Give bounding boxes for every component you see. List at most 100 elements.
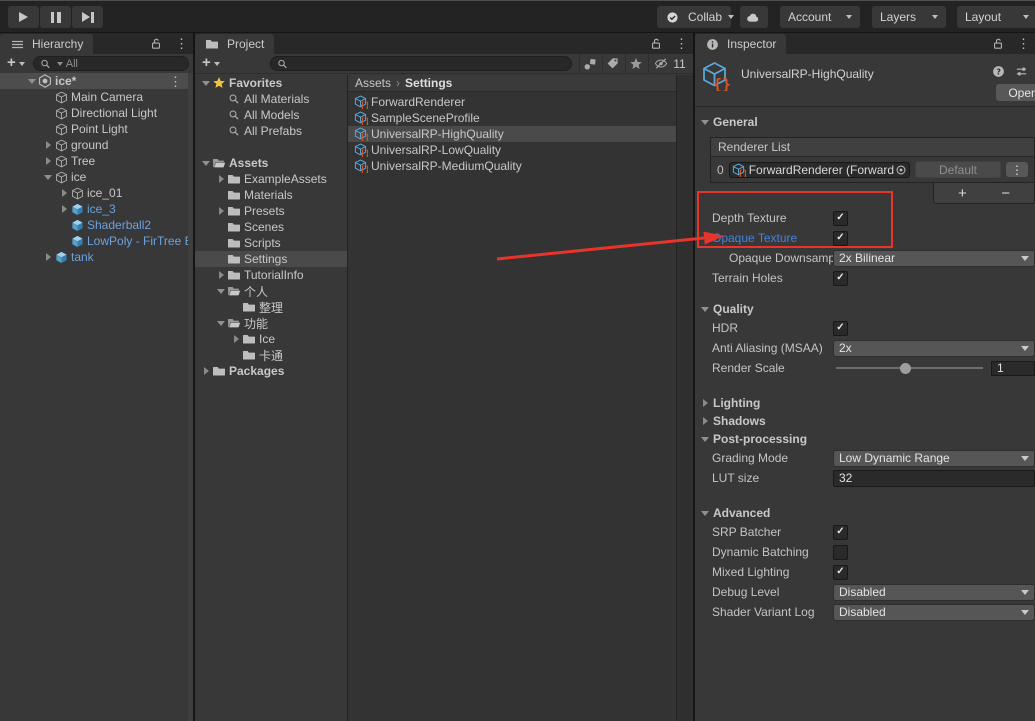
project-search-input[interactable] xyxy=(270,56,572,71)
section-lighting[interactable]: Lighting xyxy=(695,394,1035,412)
foldout-expanded-icon[interactable] xyxy=(699,301,711,317)
asset-item[interactable]: {}ForwardRenderer xyxy=(348,94,677,110)
dropdown[interactable]: 2x Bilinear xyxy=(833,250,1035,267)
hierarchy-item[interactable]: ice_3 xyxy=(0,201,188,217)
foldout-collapsed-icon[interactable] xyxy=(699,413,711,429)
slider-knob[interactable] xyxy=(900,363,911,374)
foldout-collapsed-icon[interactable] xyxy=(42,153,54,169)
project-tree-item[interactable]: Ice xyxy=(195,331,347,347)
presets-icon[interactable] xyxy=(1014,64,1028,78)
project-tree-item[interactable]: Settings xyxy=(195,251,347,267)
slider-value-field[interactable]: 1 xyxy=(991,361,1035,376)
open-button[interactable]: Open xyxy=(996,84,1035,101)
project-tree-item[interactable]: TutorialInfo xyxy=(195,267,347,283)
tab-inspector[interactable]: Inspector xyxy=(695,34,786,54)
panel-menu-icon[interactable]: ⋮ xyxy=(675,37,688,50)
create-menu-button[interactable]: + xyxy=(4,58,28,70)
hierarchy-item[interactable]: Shaderball2 xyxy=(0,217,188,233)
lock-icon[interactable] xyxy=(991,36,1005,50)
project-tree-item[interactable]: All Models xyxy=(195,107,347,123)
foldout-collapsed-icon[interactable] xyxy=(699,395,711,411)
hierarchy-item[interactable]: ground xyxy=(0,137,188,153)
default-button[interactable]: Default xyxy=(915,161,1001,178)
play-button[interactable] xyxy=(8,6,39,28)
foldout-expanded-icon[interactable] xyxy=(215,315,227,331)
scene-menu-icon[interactable]: ⋮ xyxy=(169,75,182,88)
add-button[interactable]: + xyxy=(947,185,977,202)
project-tree-item[interactable]: All Prefabs xyxy=(195,123,347,139)
asset-item[interactable]: {}UniversalRP-LowQuality xyxy=(348,142,677,158)
render-scale-slider[interactable] xyxy=(833,360,986,376)
hierarchy-scrollbar[interactable] xyxy=(188,73,193,721)
section-shadows[interactable]: Shadows xyxy=(695,412,1035,430)
foldout-collapsed-icon[interactable] xyxy=(215,267,227,283)
section-general[interactable]: General xyxy=(695,113,1035,131)
checkbox-checked[interactable]: ✓ xyxy=(833,211,848,226)
lock-icon[interactable] xyxy=(149,36,163,50)
project-tree-item[interactable]: Assets xyxy=(195,155,347,171)
checkbox-checked[interactable]: ✓ xyxy=(833,321,848,336)
step-button[interactable] xyxy=(72,6,103,28)
pause-button[interactable] xyxy=(40,6,71,28)
foldout-expanded-icon[interactable] xyxy=(699,114,711,130)
hierarchy-item[interactable]: Directional Light xyxy=(0,105,188,121)
dropdown[interactable]: Disabled xyxy=(833,604,1035,621)
checkbox-checked[interactable]: ✓ xyxy=(833,525,848,540)
help-icon[interactable]: ? xyxy=(991,64,1005,78)
text-field[interactable]: 32 xyxy=(833,470,1035,487)
project-tree-item[interactable]: 整理 xyxy=(195,299,347,315)
project-tree-item[interactable]: 功能 xyxy=(195,315,347,331)
hierarchy-item[interactable]: ice xyxy=(0,169,188,185)
project-tree-item[interactable]: 个人 xyxy=(195,283,347,299)
checkbox-checked[interactable]: ✓ xyxy=(833,271,848,286)
lock-icon[interactable] xyxy=(649,36,663,50)
scene-row[interactable]: ice* ⋮ xyxy=(0,73,188,89)
foldout-collapsed-icon[interactable] xyxy=(200,363,212,379)
section-quality[interactable]: Quality xyxy=(695,300,1035,318)
project-tree-item[interactable]: Packages xyxy=(195,363,347,379)
hierarchy-item[interactable]: tank xyxy=(0,249,188,265)
foldout-collapsed-icon[interactable] xyxy=(42,249,54,265)
foldout-expanded-icon[interactable] xyxy=(42,169,54,185)
foldout-expanded-icon[interactable] xyxy=(699,505,711,521)
foldout-expanded-icon[interactable] xyxy=(200,155,212,171)
dropdown[interactable]: Low Dynamic Range xyxy=(833,450,1035,467)
layout-dropdown[interactable]: Layout xyxy=(957,6,1035,28)
checkbox-unchecked[interactable] xyxy=(833,545,848,560)
asset-item[interactable]: {}UniversalRP-MediumQuality xyxy=(348,158,677,174)
project-tree-item[interactable]: Scenes xyxy=(195,219,347,235)
project-tree-item[interactable]: Scripts xyxy=(195,235,347,251)
favorites-filter-button[interactable] xyxy=(625,54,648,73)
cloud-button[interactable] xyxy=(740,6,768,28)
section-advanced[interactable]: Advanced xyxy=(695,504,1035,522)
hierarchy-item[interactable]: ice_01 xyxy=(0,185,188,201)
collab-dropdown[interactable]: Collab xyxy=(657,6,731,28)
hierarchy-item[interactable]: LowPoly - FirTree B xyxy=(0,233,188,249)
foldout-collapsed-icon[interactable] xyxy=(58,185,70,201)
foldout-expanded-icon[interactable] xyxy=(200,75,212,91)
search-by-label-button[interactable] xyxy=(602,54,625,73)
renderer-list-row[interactable]: 0{}ForwardRenderer (Forward Renderer Dat… xyxy=(711,157,1034,182)
dropdown[interactable]: 2x xyxy=(833,340,1035,357)
foldout-expanded-icon[interactable] xyxy=(215,283,227,299)
foldout-collapsed-icon[interactable] xyxy=(58,201,70,217)
project-tree-item[interactable]: ExampleAssets xyxy=(195,171,347,187)
project-tree-item[interactable]: All Materials xyxy=(195,91,347,107)
layers-dropdown[interactable]: Layers xyxy=(872,6,946,28)
element-menu-button[interactable]: ⋮ xyxy=(1006,162,1028,177)
panel-menu-icon[interactable]: ⋮ xyxy=(1017,37,1030,50)
asset-item[interactable]: {}SampleSceneProfile xyxy=(348,110,677,126)
foldout-collapsed-icon[interactable] xyxy=(215,203,227,219)
hierarchy-item[interactable]: Main Camera xyxy=(0,89,188,105)
remove-button[interactable]: − xyxy=(991,185,1021,202)
project-tree-item[interactable]: Materials xyxy=(195,187,347,203)
panel-menu-icon[interactable]: ⋮ xyxy=(175,37,188,50)
account-dropdown[interactable]: Account xyxy=(780,6,860,28)
hierarchy-item[interactable]: Point Light xyxy=(0,121,188,137)
foldout-collapsed-icon[interactable] xyxy=(42,137,54,153)
asset-item[interactable]: {}UniversalRP-HighQuality xyxy=(348,126,677,142)
breadcrumb-root[interactable]: Assets xyxy=(355,76,391,90)
section-post-processing[interactable]: Post-processing xyxy=(695,430,1035,448)
foldout-collapsed-icon[interactable] xyxy=(230,331,242,347)
asset-list-scrollbar[interactable] xyxy=(676,75,693,721)
